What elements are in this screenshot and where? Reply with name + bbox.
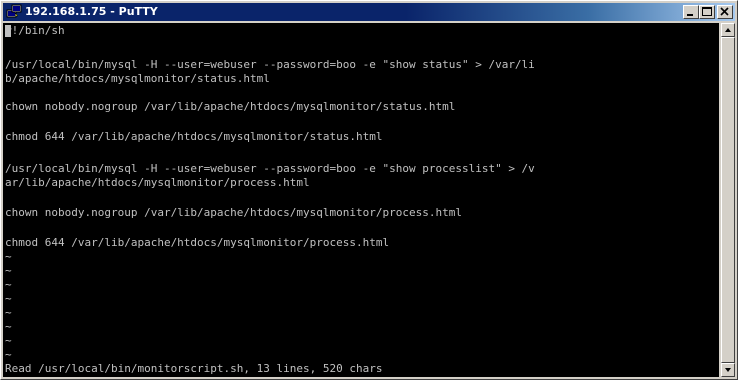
terminal-line: chown nobody.nogroup /var/lib/apache/htd… <box>5 100 456 113</box>
tilde-line: ~ <box>5 348 12 361</box>
terminal-line: ar/lib/apache/htdocs/mysqlmonitor/proces… <box>5 176 310 189</box>
terminal-line: #!/bin/sh <box>5 24 65 37</box>
putty-window: 192.168.1.75 - PuTTY #!/bin/sh /usr/loca… <box>0 0 738 380</box>
scroll-up-button[interactable] <box>721 23 735 37</box>
close-icon <box>720 7 729 16</box>
arrow-up-icon <box>725 28 731 32</box>
minimize-button[interactable] <box>683 5 699 19</box>
terminal-line: chmod 644 /var/lib/apache/htdocs/mysqlmo… <box>5 236 390 249</box>
maximize-button[interactable] <box>699 5 715 19</box>
scrollbar-thumb[interactable] <box>721 37 735 363</box>
tilde-line: ~ <box>5 292 12 305</box>
minimize-icon <box>687 14 693 16</box>
tilde-line: ~ <box>5 278 12 291</box>
title-bar[interactable]: 192.168.1.75 - PuTTY <box>3 3 735 21</box>
tilde-line: ~ <box>5 320 12 333</box>
scroll-down-button[interactable] <box>721 363 735 377</box>
putty-icon[interactable] <box>6 4 22 20</box>
terminal-line: b/apache/htdocs/mysqlmonitor/status.html <box>5 72 270 85</box>
arrow-down-icon <box>725 368 731 372</box>
terminal-area[interactable]: #!/bin/sh /usr/local/bin/mysql -H --user… <box>3 23 719 377</box>
vertical-scrollbar[interactable] <box>721 23 735 377</box>
tilde-line: ~ <box>5 250 12 263</box>
terminal-line: chmod 644 /var/lib/apache/htdocs/mysqlmo… <box>5 130 383 143</box>
status-line: Read /usr/local/bin/monitorscript.sh, 13… <box>5 362 383 375</box>
window-title: 192.168.1.75 - PuTTY <box>25 5 158 18</box>
terminal-line: chown nobody.nogroup /var/lib/apache/htd… <box>5 206 462 219</box>
terminal-line: /usr/local/bin/mysql -H --user=webuser -… <box>5 162 535 175</box>
maximize-icon <box>702 7 712 16</box>
tilde-line: ~ <box>5 264 12 277</box>
close-button[interactable] <box>717 5 733 19</box>
tilde-line: ~ <box>5 306 12 319</box>
terminal-line: /usr/local/bin/mysql -H --user=webuser -… <box>5 58 535 71</box>
tilde-line: ~ <box>5 334 12 347</box>
